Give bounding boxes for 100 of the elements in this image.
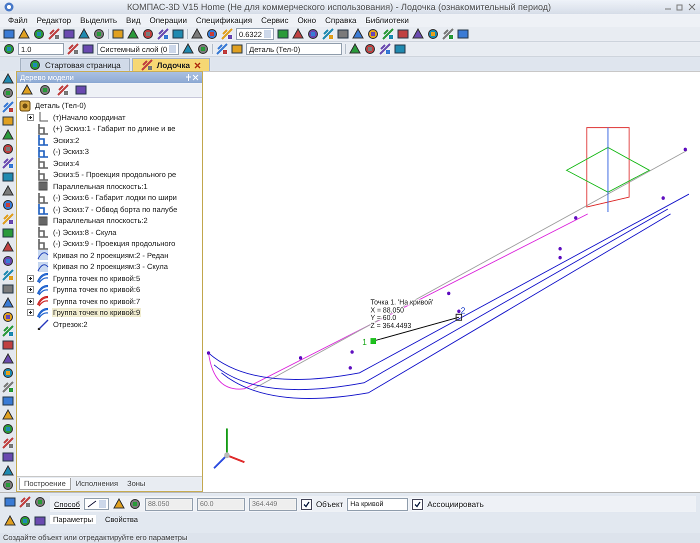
method-dropdown[interactable]	[84, 498, 109, 510]
associate-label: Ассоциировать	[427, 500, 484, 508]
expand-icon[interactable]	[27, 298, 34, 305]
command-icon[interactable]	[34, 496, 46, 508]
axis-triad-drawing	[213, 428, 245, 469]
menu-item[interactable]: Сервис	[261, 16, 288, 25]
toolbar-icon[interactable]	[112, 28, 124, 40]
tool-icon[interactable]	[2, 479, 14, 491]
menu-item[interactable]: Выделить	[80, 16, 118, 25]
restore-icon[interactable]	[676, 3, 684, 11]
close-icon[interactable]	[194, 62, 202, 68]
toolbar-icon[interactable]	[396, 28, 409, 40]
toolbar-icon[interactable]	[426, 28, 439, 40]
toolbar-icon[interactable]	[128, 498, 141, 510]
document-icon	[140, 59, 153, 71]
plane-icon	[37, 214, 49, 227]
tool-icon[interactable]	[2, 227, 14, 239]
toolbar-icon[interactable]	[456, 28, 469, 40]
document-tab[interactable]: Стартовая страница	[20, 58, 130, 71]
tool-icon[interactable]	[2, 143, 14, 155]
toolbar-icon[interactable]	[276, 28, 289, 40]
toolbar-icon[interactable]	[231, 43, 244, 55]
tool-icon[interactable]	[2, 255, 14, 267]
tool-icon[interactable]	[2, 423, 14, 435]
tool-icon[interactable]	[2, 87, 14, 99]
toolbar-icon[interactable]	[3, 43, 15, 55]
toolbar-icon[interactable]	[364, 43, 376, 55]
tool-icon[interactable]	[2, 283, 14, 295]
tool-icon[interactable]	[2, 171, 14, 183]
toolbar-icon[interactable]	[336, 28, 349, 40]
toolbar-icon[interactable]	[221, 28, 233, 40]
toolbar-icon[interactable]	[39, 84, 51, 96]
expand-icon[interactable]	[27, 309, 34, 316]
toolbar-icon[interactable]	[379, 43, 392, 55]
expand-icon[interactable]	[27, 274, 34, 282]
tool-icon[interactable]	[2, 465, 14, 477]
sketch-icon	[37, 226, 49, 238]
tool-icon[interactable]	[2, 73, 14, 85]
toolbar-icon[interactable]	[394, 43, 406, 55]
command-icon[interactable]	[34, 514, 46, 526]
checkbox[interactable]	[300, 498, 312, 510]
toolbar-icon[interactable]	[33, 28, 45, 40]
tool-icon[interactable]	[2, 241, 14, 253]
toolbar-icon[interactable]	[3, 28, 15, 40]
menu-item[interactable]: Библиотеки	[365, 16, 409, 25]
sketch-icon	[37, 157, 49, 170]
curve-points-icon	[37, 306, 49, 319]
toolbar-icon[interactable]	[63, 28, 75, 40]
tool-icon[interactable]	[2, 213, 14, 225]
close-icon[interactable]	[688, 3, 696, 11]
menu-item[interactable]: Файл	[8, 16, 28, 25]
toolbar-icon[interactable]	[112, 498, 125, 510]
tool-icon[interactable]	[2, 297, 14, 309]
command-icon[interactable]	[4, 496, 16, 508]
tool-icon[interactable]	[2, 367, 14, 379]
command-icon[interactable]	[4, 514, 16, 526]
toolbar-icon[interactable]	[157, 28, 169, 40]
tool-icon[interactable]	[2, 129, 14, 141]
sketch-icon	[37, 168, 49, 181]
toolbar-icon[interactable]	[366, 28, 379, 40]
line-icon	[86, 500, 97, 508]
menu-item[interactable]: Операции	[150, 16, 187, 25]
toolbar-icon[interactable]	[142, 28, 154, 40]
menu-item[interactable]: Спецификация	[196, 16, 252, 25]
tool-icon[interactable]	[2, 409, 14, 421]
sketch-icon	[37, 122, 49, 135]
toolbar-icon[interactable]	[206, 28, 218, 40]
sketch-icon	[37, 238, 49, 250]
tool-icon[interactable]	[2, 185, 14, 197]
curve-icon	[37, 260, 49, 273]
expand-icon[interactable]	[27, 286, 34, 294]
tool-icon[interactable]	[2, 395, 14, 407]
tool-icon[interactable]	[2, 157, 14, 169]
command-icon[interactable]	[19, 514, 31, 526]
toolbar-icon[interactable]	[306, 28, 319, 40]
tool-icon[interactable]	[2, 311, 14, 323]
part-icon	[19, 100, 31, 112]
sketch-icon	[37, 134, 49, 146]
tool-icon[interactable]	[2, 353, 14, 365]
curve-points-icon	[37, 272, 49, 284]
object-label: Объект	[316, 500, 344, 508]
checkbox[interactable]	[412, 498, 424, 510]
tool-icon[interactable]	[2, 199, 14, 211]
tool-icon[interactable]	[2, 339, 14, 351]
menu-item[interactable]: Вид	[126, 16, 140, 25]
menu-item[interactable]: Редактор	[36, 16, 72, 25]
tool-icon[interactable]	[2, 115, 14, 127]
toolbar-icon[interactable]	[75, 84, 87, 96]
document-tab[interactable]: Лодочка	[132, 58, 210, 71]
toolbar-icon[interactable]	[172, 28, 184, 40]
curve-icon	[37, 249, 49, 262]
axes-icon	[37, 111, 49, 124]
toolbar-icon[interactable]	[197, 43, 210, 55]
tool-icon[interactable]	[2, 451, 14, 463]
expand-icon[interactable]	[27, 114, 34, 121]
menu-item[interactable]: Окно	[298, 16, 316, 25]
toolbar-icon[interactable]	[82, 43, 94, 55]
menu-item[interactable]: Справка	[325, 16, 356, 25]
app-logo-icon	[4, 2, 14, 12]
toolbar-icon[interactable]	[93, 28, 105, 40]
